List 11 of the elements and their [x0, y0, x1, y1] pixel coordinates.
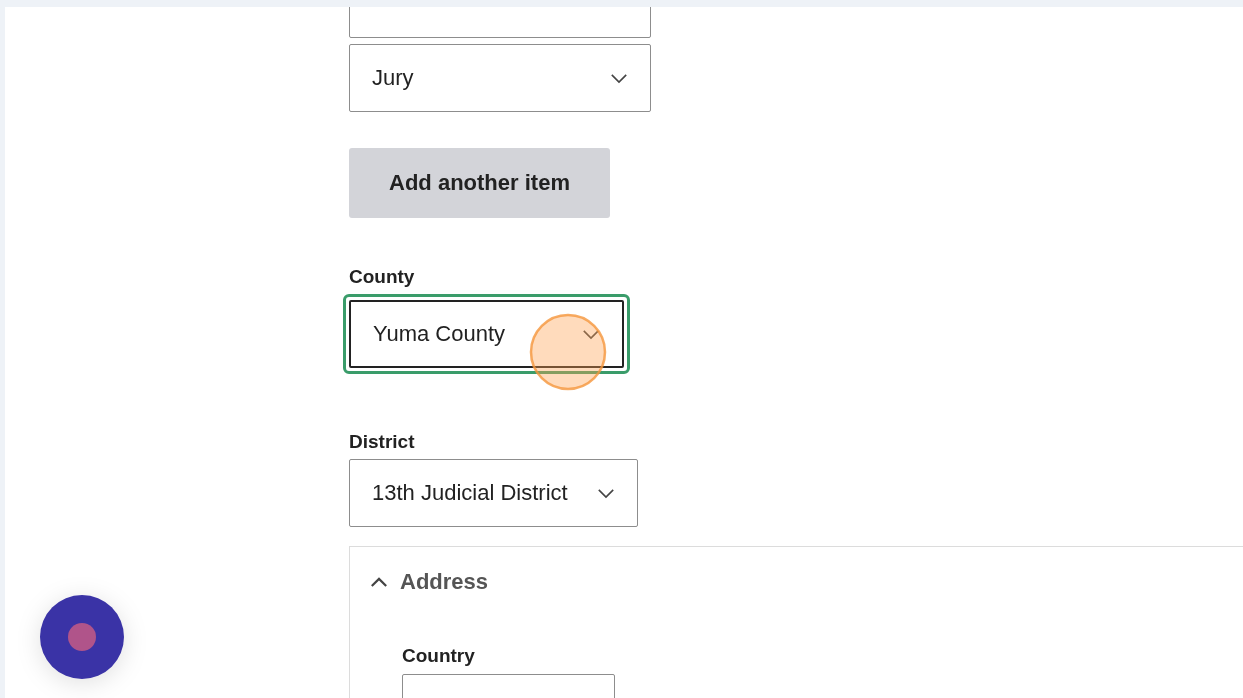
select-value: Yuma County — [373, 321, 506, 347]
field-label: Country — [402, 645, 475, 667]
add-another-item-button[interactable]: Add another item — [349, 148, 610, 218]
select-value: 13th Judicial District — [372, 480, 568, 506]
select-field[interactable]: 13th Judicial District — [349, 459, 638, 527]
select-field[interactable]: Jury — [349, 44, 651, 112]
address-toggle[interactable]: Address — [350, 547, 1243, 595]
select-value: Jury — [372, 65, 414, 91]
field-label: County — [349, 266, 415, 288]
field-label: District — [349, 431, 415, 453]
select-field[interactable]: Yuma County — [349, 300, 624, 368]
